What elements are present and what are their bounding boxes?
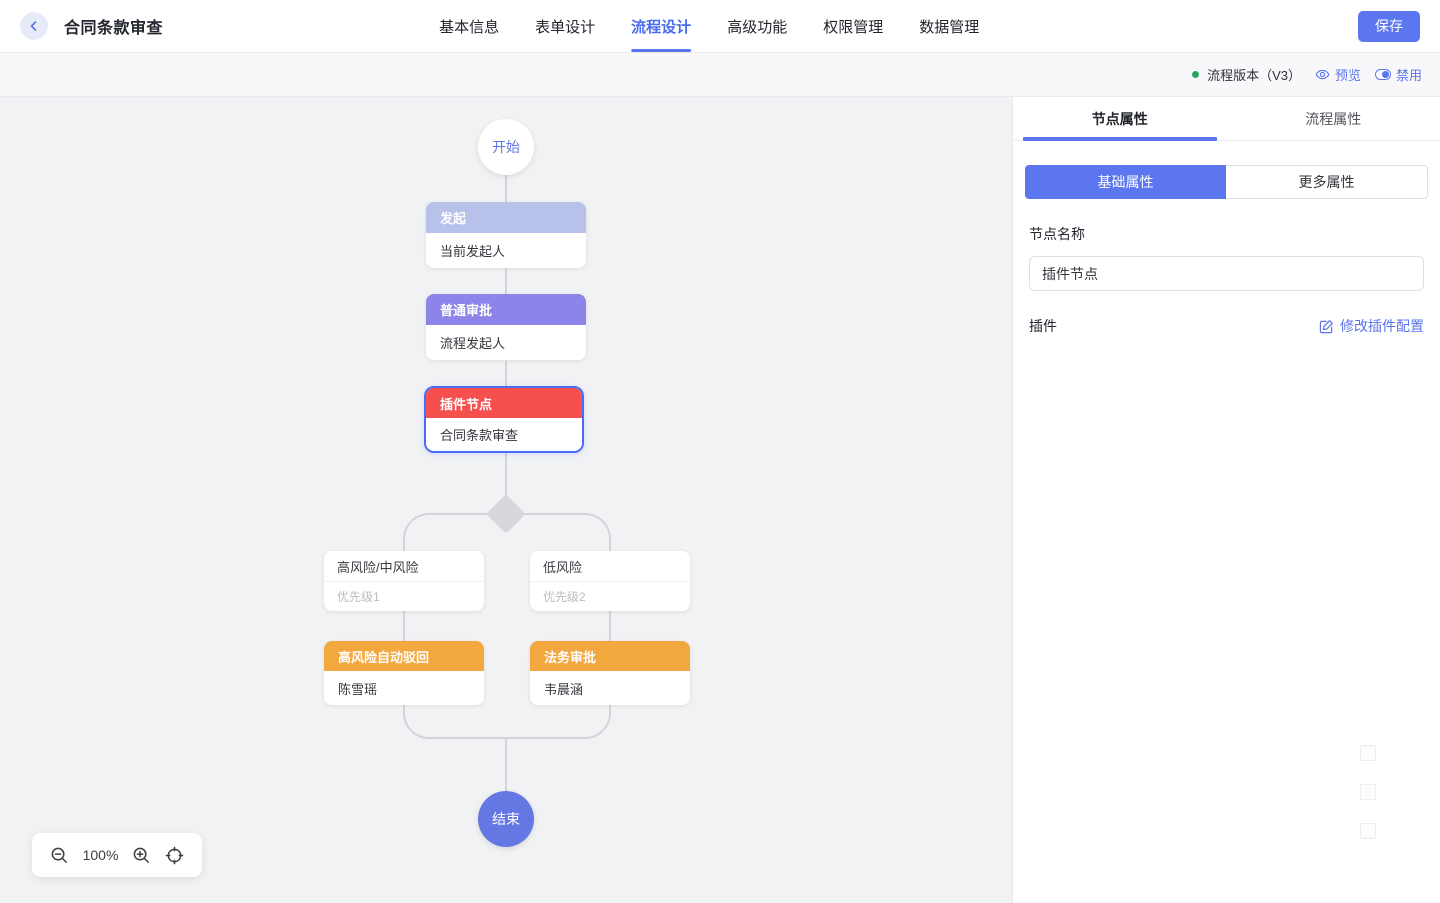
connector-line	[505, 361, 507, 386]
end-node[interactable]: 结束	[478, 791, 534, 847]
node-body: 合同条款审查	[426, 418, 582, 451]
top-header: 合同条款审查 基本信息 表单设计 流程设计 高级功能 权限管理 数据管理 保存	[0, 0, 1440, 53]
tab-basic-info[interactable]: 基本信息	[439, 0, 499, 52]
placeholder-box	[1360, 823, 1376, 839]
start-node[interactable]: 开始	[478, 119, 534, 175]
connector-line	[505, 268, 507, 294]
condition-priority: 优先级1	[337, 590, 380, 604]
tab-form-design[interactable]: 表单设计	[535, 0, 595, 52]
back-button[interactable]	[20, 12, 48, 40]
zoom-controls: 100%	[32, 833, 202, 877]
zoom-out-button[interactable]	[50, 846, 69, 865]
subtab-basic-properties[interactable]: 基础属性	[1025, 165, 1226, 199]
panel-body: 节点名称 插件 修改插件配置	[1013, 199, 1440, 336]
placeholder-box	[1360, 745, 1376, 761]
tab-advanced-features[interactable]: 高级功能	[727, 0, 787, 52]
node-header: 发起	[426, 202, 586, 233]
pencil-square-icon	[1319, 319, 1334, 334]
preview-button[interactable]: 预览	[1315, 65, 1361, 84]
node-body: 陈雪瑶	[324, 671, 484, 705]
condition-title: 低风险	[530, 551, 690, 582]
node-header: 高风险自动驳回	[324, 641, 484, 671]
flow-node-plugin-selected[interactable]: 插件节点 合同条款审查	[424, 386, 584, 453]
properties-panel: 节点属性 流程属性 基础属性 更多属性 节点名称 插件 修改插件配置	[1012, 97, 1440, 903]
condition-priority: 优先级2	[543, 590, 586, 604]
version-status: 流程版本（V3）	[1192, 65, 1301, 84]
tab-process-properties[interactable]: 流程属性	[1227, 97, 1440, 140]
eye-icon	[1315, 67, 1330, 82]
condition-card-low-risk[interactable]: 低风险 优先级2	[530, 551, 690, 611]
top-nav: 基本信息 表单设计 流程设计 高级功能 权限管理 数据管理	[439, 0, 979, 52]
node-header: 法务审批	[530, 641, 690, 671]
status-dot	[1192, 71, 1200, 78]
page-title: 合同条款审查	[64, 20, 164, 37]
disable-toggle[interactable]: 禁用	[1374, 65, 1422, 84]
zoom-in-button[interactable]	[132, 846, 151, 865]
node-body: 流程发起人	[426, 325, 586, 360]
property-segmented-control: 基础属性 更多属性	[1025, 165, 1428, 199]
node-body: 韦晨涵	[530, 671, 690, 705]
edit-plugin-config-link[interactable]: 修改插件配置	[1319, 316, 1424, 336]
magnifier-minus-icon	[51, 847, 67, 863]
tab-process-design[interactable]: 流程设计	[631, 0, 692, 52]
flow-node-legal-review[interactable]: 法务审批 韦晨涵	[530, 641, 690, 705]
flow-node-approval[interactable]: 普通审批 流程发起人	[426, 294, 586, 360]
tab-data-management[interactable]: 数据管理	[919, 0, 979, 52]
branch-rails	[403, 513, 611, 739]
preview-label: 预览	[1334, 68, 1361, 83]
condition-title: 高风险/中风险	[324, 551, 484, 582]
disable-label: 禁用	[1395, 68, 1422, 83]
node-name-input[interactable]	[1029, 256, 1424, 291]
tab-permission-management[interactable]: 权限管理	[823, 0, 883, 52]
node-body: 当前发起人	[426, 233, 586, 268]
chevron-left-icon	[28, 20, 40, 32]
subtab-more-properties[interactable]: 更多属性	[1226, 165, 1428, 199]
node-header: 普通审批	[426, 294, 586, 325]
magnifier-plus-icon	[134, 847, 150, 863]
crosshair-target-icon	[166, 846, 184, 864]
save-button[interactable]: 保存	[1358, 10, 1420, 42]
flow-node-auto-reject[interactable]: 高风险自动驳回 陈雪瑶	[324, 641, 484, 705]
node-name-label: 节点名称	[1029, 226, 1085, 242]
plugin-row: 插件 修改插件配置	[1029, 316, 1424, 336]
condition-card-high-risk[interactable]: 高风险/中风险 优先级1	[324, 551, 484, 611]
toggle-switch-icon	[1374, 69, 1391, 80]
connector-line	[505, 737, 507, 791]
flow-canvas[interactable]: 开始 发起 当前发起人 普通审批 流程发起人 插件节点 合同条款审查 高风险/中…	[0, 97, 1012, 903]
tab-node-properties[interactable]: 节点属性	[1013, 97, 1227, 141]
zoom-level: 100%	[82, 847, 119, 863]
plugin-label: 插件	[1029, 318, 1057, 334]
flow-node-initiator[interactable]: 发起 当前发起人	[426, 202, 586, 268]
panel-tabs: 节点属性 流程属性	[1013, 97, 1440, 141]
version-label: 流程版本（V3）	[1207, 68, 1301, 83]
version-toolbar: 流程版本（V3） 预览 禁用	[0, 53, 1440, 97]
placeholder-box	[1360, 784, 1376, 800]
reset-view-button[interactable]	[165, 846, 184, 865]
connector-line	[505, 453, 507, 501]
plugin-action-label: 修改插件配置	[1340, 318, 1424, 334]
connector-line	[505, 175, 507, 202]
node-header: 插件节点	[426, 388, 582, 418]
